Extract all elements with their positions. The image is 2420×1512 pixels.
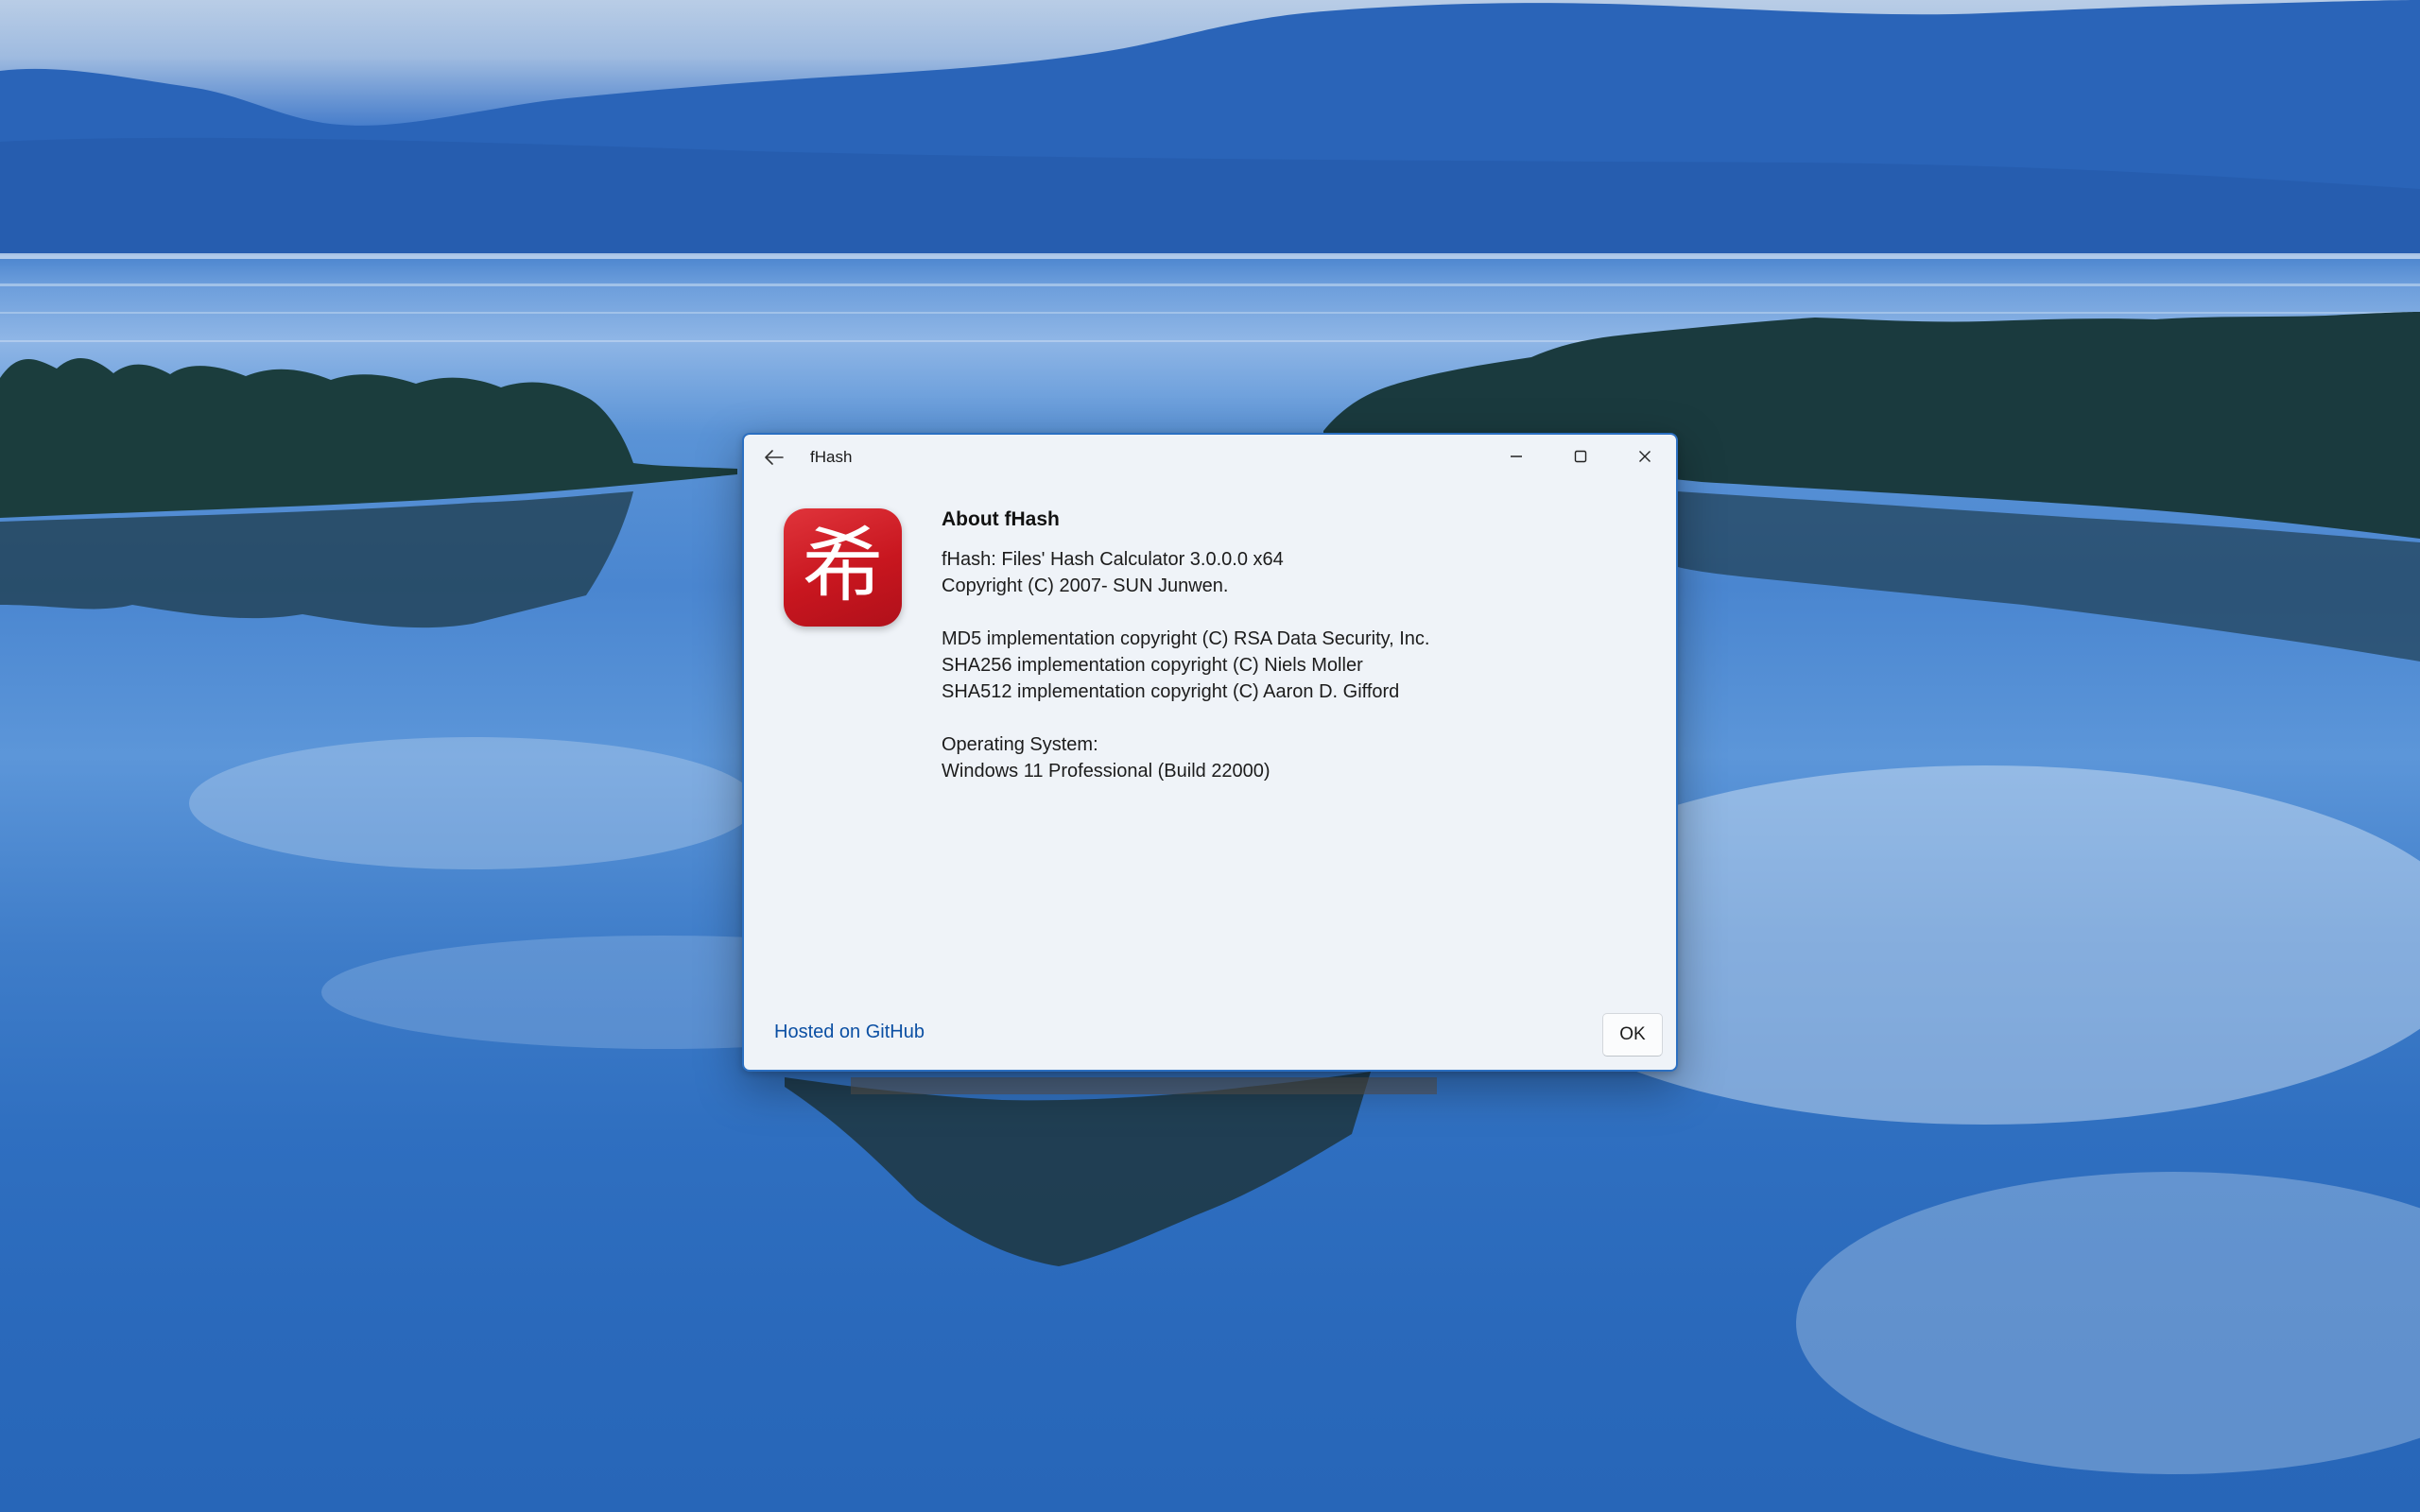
about-content: About fHash fHash: Files' Hash Calculato… (942, 507, 1641, 784)
sha512-credit-line: SHA512 implementation copyright (C) Aaro… (942, 681, 1400, 702)
close-button[interactable] (1613, 435, 1676, 478)
about-heading: About fHash (942, 508, 1060, 530)
github-link[interactable]: Hosted on GitHub (774, 1022, 925, 1043)
minimize-button[interactable] (1484, 435, 1548, 478)
title-bar: fHash (744, 435, 1676, 480)
app-icon-glyph: 希 (802, 518, 884, 613)
back-arrow-icon (765, 450, 784, 465)
back-button[interactable] (753, 440, 795, 474)
ok-button[interactable]: OK (1602, 1013, 1663, 1057)
minimize-icon (1511, 455, 1522, 457)
os-label: Operating System: (942, 734, 1098, 755)
sha256-credit-line: SHA256 implementation copyright (C) Niel… (942, 655, 1363, 676)
md5-credit-line: MD5 implementation copyright (C) RSA Dat… (942, 628, 1430, 649)
version-line: fHash: Files' Hash Calculator 3.0.0.0 x6… (942, 549, 1284, 570)
maximize-icon (1574, 450, 1587, 463)
os-value: Windows 11 Professional (Build 22000) (942, 761, 1270, 782)
fhash-app-icon: 希 (784, 508, 902, 627)
window-title: fHash (810, 448, 853, 466)
close-icon (1639, 451, 1651, 462)
copyright-line: Copyright (C) 2007- SUN Junwen. (942, 576, 1229, 596)
maximize-button[interactable] (1548, 435, 1613, 478)
desktop-wallpaper: fHash 希 About fHash fHash: Files' Hash C… (0, 0, 2420, 1512)
about-dialog-window: fHash 希 About fHash fHash: Files' Hash C… (742, 433, 1678, 1072)
